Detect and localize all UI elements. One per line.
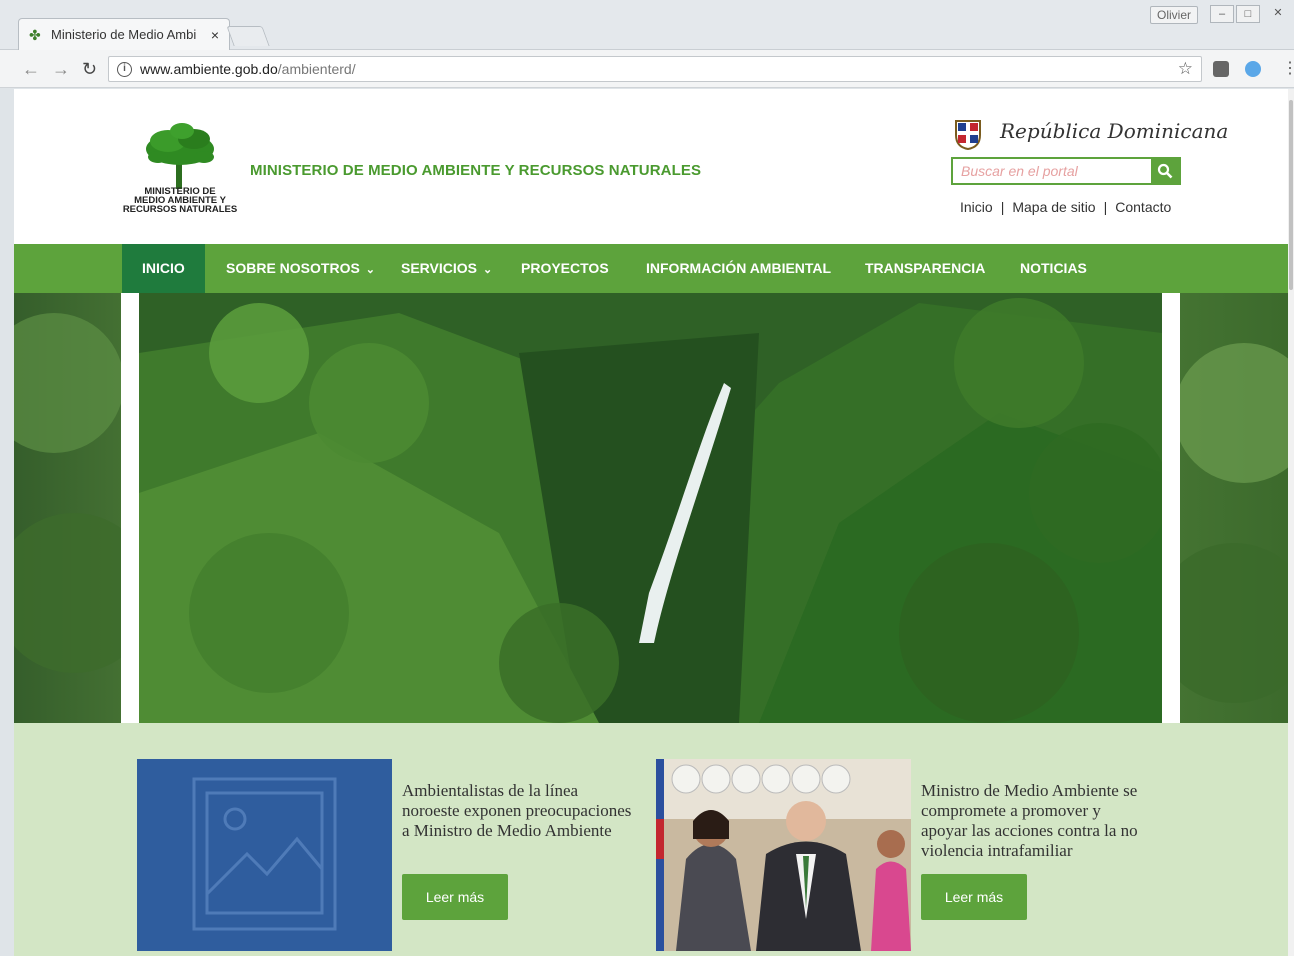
logo-text: MINISTERIO DE MEDIO AMBIENTE Y RECURSOS … <box>120 187 240 215</box>
address-bar[interactable]: i www.ambiente.gob.do/ambienterd/ ☆ <box>108 56 1202 82</box>
news-photo-illustration <box>656 759 911 951</box>
nav-item-noticias[interactable]: NOTICIAS <box>1020 244 1087 293</box>
nav-item-transparencia[interactable]: TRANSPARENCIA <box>865 244 985 293</box>
nav-item-inicio[interactable]: INICIO <box>122 244 205 293</box>
tree-favicon-icon: ✤ <box>29 26 41 43</box>
new-tab-button[interactable] <box>226 26 270 46</box>
info-icon[interactable]: i <box>117 61 132 77</box>
url-host: www.ambiente.gob.do <box>140 61 278 77</box>
main-nav: INICIO SOBRE NOSOTROS ⌄ SERVICIOS ⌄ PROYEC… <box>14 244 1288 293</box>
profile-button[interactable]: Olivier <box>1149 6 1198 24</box>
link-contacto[interactable]: Contacto <box>1115 199 1171 215</box>
image-placeholder-icon <box>192 777 337 931</box>
reload-icon[interactable]: ↻ <box>82 59 97 80</box>
back-icon[interactable]: ← <box>22 59 40 80</box>
maximize-icon[interactable]: □ <box>1236 5 1260 23</box>
minimize-icon[interactable]: – <box>1210 5 1234 23</box>
nav-item-sobre-nosotros[interactable]: SOBRE NOSOTROS ⌄ <box>226 244 375 293</box>
waterfall-illustration <box>139 293 1162 723</box>
news-image-placeholder[interactable] <box>137 759 392 951</box>
extension-icon[interactable] <box>1213 61 1229 77</box>
news-title-1[interactable]: Ambientalistas de la línea noroeste expo… <box>402 781 632 841</box>
nav-label: INFORMACIÓN AMBIENTAL <box>646 260 832 276</box>
search-icon <box>1157 163 1173 179</box>
link-inicio[interactable]: Inicio <box>960 199 993 215</box>
site-header: MINISTERIO DE MEDIO AMBIENTE Y RECURSOS … <box>14 89 1288 244</box>
news-photo[interactable] <box>656 759 911 951</box>
coat-of-arms-icon <box>955 120 981 151</box>
link-separator: | <box>1103 199 1108 215</box>
top-links: Inicio | Mapa de sitio | Contacto <box>960 199 1171 215</box>
nav-label: SOBRE NOSOTROS <box>226 260 360 276</box>
nav-item-proyectos[interactable]: PROYECTOS <box>521 244 609 293</box>
nav-item-servicios[interactable]: SERVICIOS ⌄ <box>401 244 492 293</box>
bookmark-star-icon[interactable]: ☆ <box>1178 59 1193 79</box>
title-bar: ✤ Ministerio de Medio Ambi × Olivier – □… <box>0 0 1294 50</box>
read-more-button-2[interactable]: Leer más <box>921 874 1027 920</box>
link-mapa-de-sitio[interactable]: Mapa de sitio <box>1012 199 1095 215</box>
logo-text-line3: RECURSOS NATURALES <box>122 204 238 215</box>
nav-label: INICIO <box>142 260 185 276</box>
republic-text: República Dominicana <box>1000 119 1229 143</box>
waterfall-image[interactable] <box>139 293 1162 723</box>
nav-label: TRANSPARENCIA <box>865 260 986 276</box>
nav-label: SERVICIOS <box>401 260 477 276</box>
nav-label: NOTICIAS <box>1020 260 1087 276</box>
read-more-button-1[interactable]: Leer más <box>402 874 508 920</box>
window-close-icon[interactable]: ✕ <box>1266 5 1290 23</box>
scrollbar-thumb[interactable] <box>1289 100 1293 290</box>
link-separator: | <box>1000 199 1005 215</box>
close-icon[interactable]: × <box>211 27 219 43</box>
browser-window: ✤ Ministerio de Medio Ambi × Olivier – □… <box>0 0 1294 956</box>
menu-dots-icon[interactable]: ⋮ <box>1282 58 1294 78</box>
news-title-2[interactable]: Ministro de Medio Ambiente se compromete… <box>921 781 1151 861</box>
nav-item-informacion-ambiental[interactable]: INFORMACIÓN AMBIENTAL <box>646 244 831 293</box>
search-button[interactable] <box>1151 159 1179 183</box>
news-section: Ambientalistas de la línea noroeste expo… <box>14 723 1288 956</box>
hero-banner <box>14 293 1288 723</box>
extension-globe-icon[interactable] <box>1245 61 1261 77</box>
ministry-title[interactable]: MINISTERIO DE MEDIO AMBIENTE Y RECURSOS … <box>250 162 701 179</box>
url-path: /ambienterd/ <box>277 61 356 77</box>
browser-tab[interactable]: ✤ Ministerio de Medio Ambi × <box>18 18 230 50</box>
browser-toolbar: ← → ↻ i www.ambiente.gob.do/ambienterd/ … <box>0 50 1294 88</box>
nav-label: PROYECTOS <box>521 260 609 276</box>
search-box <box>951 157 1181 185</box>
tab-title: Ministerio de Medio Ambi <box>51 27 197 42</box>
forward-icon[interactable]: → <box>52 59 70 80</box>
chevron-down-icon: ⌄ <box>483 264 493 276</box>
chevron-down-icon: ⌄ <box>365 264 376 276</box>
web-page: MINISTERIO DE MEDIO AMBIENTE Y RECURSOS … <box>14 89 1288 956</box>
search-input[interactable] <box>953 159 1151 183</box>
